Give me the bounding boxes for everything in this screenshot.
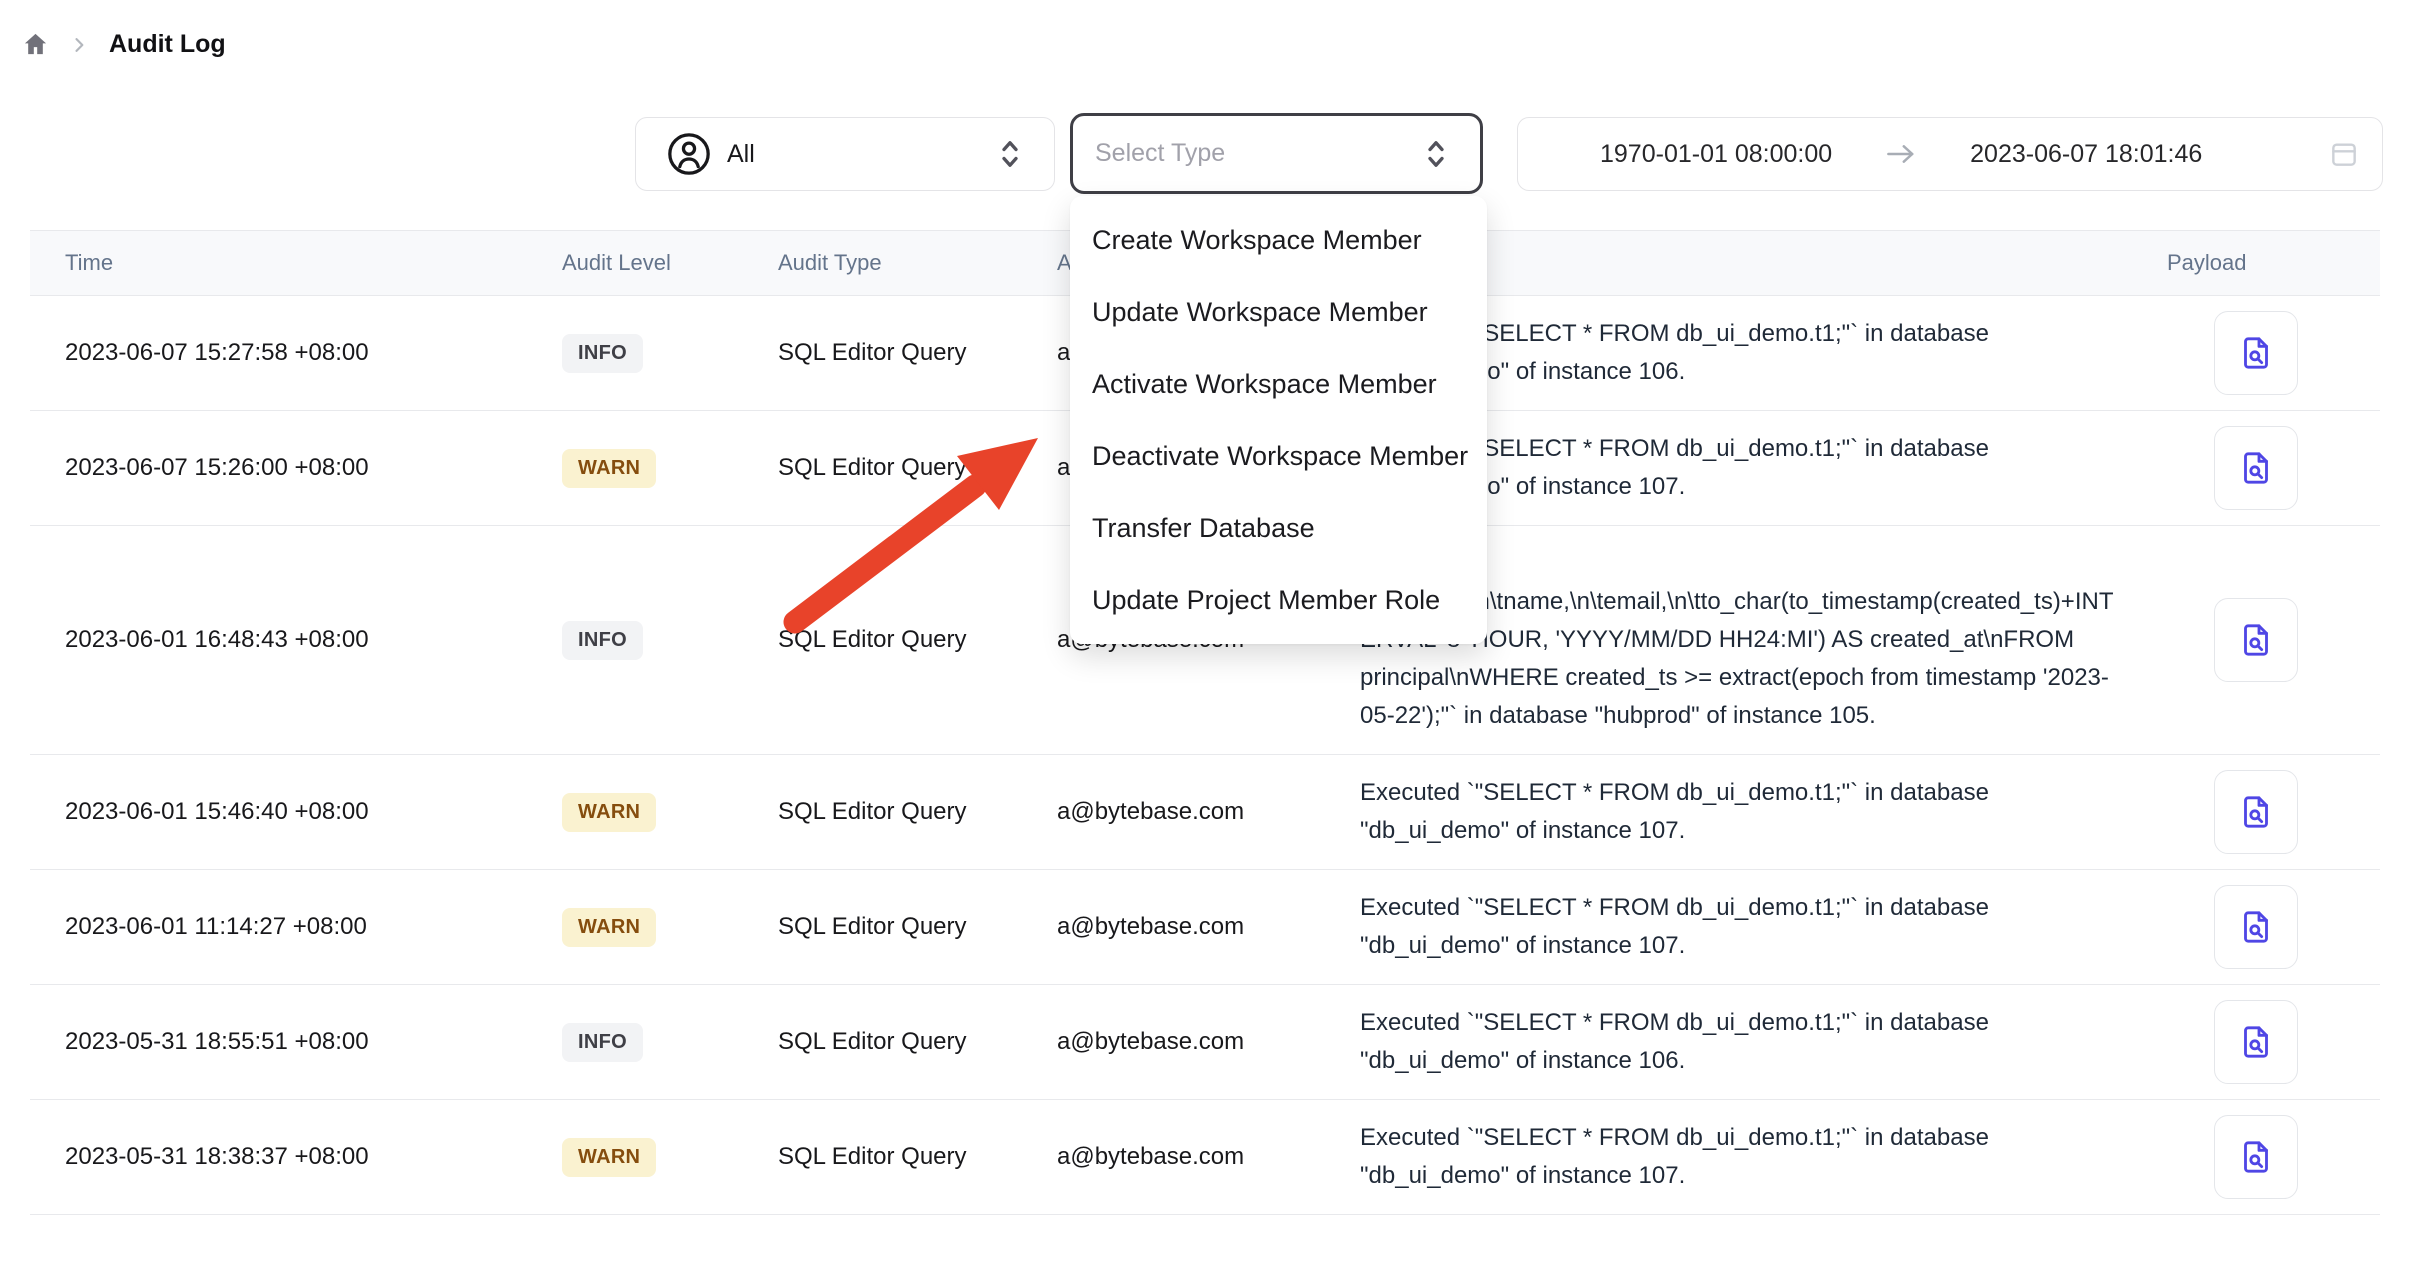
time-cell: 2023-05-31 18:38:37 +08:00 bbox=[30, 1143, 545, 1171]
calendar-icon bbox=[2328, 138, 2360, 170]
view-payload-button[interactable] bbox=[2214, 426, 2298, 510]
column-header-time: Time bbox=[30, 250, 545, 276]
menu-item-deactivate-workspace-member[interactable]: Deactivate Workspace Member bbox=[1070, 420, 1487, 492]
time-cell: 2023-06-07 15:27:58 +08:00 bbox=[30, 339, 545, 367]
audit-type-select-placeholder: Select Type bbox=[1095, 139, 1225, 168]
time-cell: 2023-06-01 11:14:27 +08:00 bbox=[30, 913, 545, 941]
column-header-payload: Payload bbox=[2133, 250, 2380, 276]
payload-file-search-icon bbox=[2236, 792, 2276, 832]
breadcrumb: Audit Log bbox=[22, 30, 226, 59]
select-chevrons-icon bbox=[998, 134, 1022, 174]
audit-type-cell: SQL Editor Query bbox=[760, 626, 1045, 654]
user-circle-icon bbox=[666, 131, 712, 177]
audit-type-cell: SQL Editor Query bbox=[760, 1028, 1045, 1056]
menu-item-transfer-database[interactable]: Transfer Database bbox=[1070, 492, 1487, 564]
breadcrumb-chevron-icon bbox=[69, 35, 89, 55]
view-payload-button[interactable] bbox=[2214, 1000, 2298, 1084]
payload-file-search-icon bbox=[2236, 333, 2276, 373]
audit-level-select-value: All bbox=[727, 140, 755, 169]
time-cell: 2023-06-01 16:48:43 +08:00 bbox=[30, 626, 545, 654]
table-row: 2023-05-31 18:38:37 +08:00 WARN SQL Edit… bbox=[30, 1100, 2380, 1215]
audit-type-cell: SQL Editor Query bbox=[760, 454, 1045, 482]
view-payload-button[interactable] bbox=[2214, 885, 2298, 969]
range-arrow-icon bbox=[1884, 140, 1918, 168]
table-row: 2023-06-01 15:46:40 +08:00 WARN SQL Edit… bbox=[30, 755, 2380, 870]
table-row: 2023-05-31 18:55:51 +08:00 INFO SQL Edit… bbox=[30, 985, 2380, 1100]
audit-level-badge: WARN bbox=[562, 908, 656, 947]
view-payload-button[interactable] bbox=[2214, 1115, 2298, 1199]
payload-file-search-icon bbox=[2236, 620, 2276, 660]
audit-level-badge: INFO bbox=[562, 334, 643, 373]
column-header-audit-level: Audit Level bbox=[545, 250, 760, 276]
date-range-start[interactable]: 1970-01-01 08:00:00 bbox=[1600, 140, 1832, 169]
time-cell: 2023-05-31 18:55:51 +08:00 bbox=[30, 1028, 545, 1056]
audit-type-cell: SQL Editor Query bbox=[760, 798, 1045, 826]
comment-cell: Executed `"SELECT * FROM db_ui_demo.t1;"… bbox=[1343, 1100, 2133, 1214]
comment-cell: Executed `"SELECT * FROM db_ui_demo.t1;"… bbox=[1343, 755, 2133, 869]
select-chevrons-icon bbox=[1424, 134, 1448, 174]
audit-level-select[interactable]: All bbox=[635, 117, 1055, 191]
date-range-end[interactable]: 2023-06-07 18:01:46 bbox=[1970, 140, 2202, 169]
column-header-audit-type: Audit Type bbox=[760, 250, 1045, 276]
home-icon[interactable] bbox=[22, 31, 49, 58]
audit-level-badge: WARN bbox=[562, 793, 656, 832]
menu-item-update-project-member-role[interactable]: Update Project Member Role bbox=[1070, 564, 1487, 636]
menu-item-activate-workspace-member[interactable]: Activate Workspace Member bbox=[1070, 348, 1487, 420]
audit-type-cell: SQL Editor Query bbox=[760, 339, 1045, 367]
audit-type-cell: SQL Editor Query bbox=[760, 913, 1045, 941]
time-cell: 2023-06-01 15:46:40 +08:00 bbox=[30, 798, 545, 826]
audit-type-dropdown-menu: Create Workspace Member Update Workspace… bbox=[1070, 196, 1487, 644]
audit-level-badge: WARN bbox=[562, 449, 656, 488]
actor-cell: a@bytebase.com bbox=[1045, 913, 1343, 941]
payload-file-search-icon bbox=[2236, 907, 2276, 947]
comment-cell: Executed `"SELECT * FROM db_ui_demo.t1;"… bbox=[1343, 985, 2133, 1099]
audit-type-select[interactable]: Select Type bbox=[1070, 113, 1483, 194]
payload-file-search-icon bbox=[2236, 1022, 2276, 1062]
view-payload-button[interactable] bbox=[2214, 598, 2298, 682]
view-payload-button[interactable] bbox=[2214, 770, 2298, 854]
audit-level-badge: INFO bbox=[562, 621, 643, 660]
payload-file-search-icon bbox=[2236, 1137, 2276, 1177]
page-title: Audit Log bbox=[109, 30, 226, 59]
table-row: 2023-06-01 11:14:27 +08:00 WARN SQL Edit… bbox=[30, 870, 2380, 985]
actor-cell: a@bytebase.com bbox=[1045, 1143, 1343, 1171]
date-range-picker[interactable]: 1970-01-01 08:00:00 2023-06-07 18:01:46 bbox=[1517, 117, 2383, 191]
payload-file-search-icon bbox=[2236, 448, 2276, 488]
time-cell: 2023-06-07 15:26:00 +08:00 bbox=[30, 454, 545, 482]
audit-level-badge: WARN bbox=[562, 1138, 656, 1177]
audit-level-badge: INFO bbox=[562, 1023, 643, 1062]
view-payload-button[interactable] bbox=[2214, 311, 2298, 395]
comment-cell: Executed `"SELECT * FROM db_ui_demo.t1;"… bbox=[1343, 870, 2133, 984]
actor-cell: a@bytebase.com bbox=[1045, 1028, 1343, 1056]
menu-item-create-workspace-member[interactable]: Create Workspace Member bbox=[1070, 204, 1487, 276]
audit-type-cell: SQL Editor Query bbox=[760, 1143, 1045, 1171]
menu-item-update-workspace-member[interactable]: Update Workspace Member bbox=[1070, 276, 1487, 348]
actor-cell: a@bytebase.com bbox=[1045, 798, 1343, 826]
